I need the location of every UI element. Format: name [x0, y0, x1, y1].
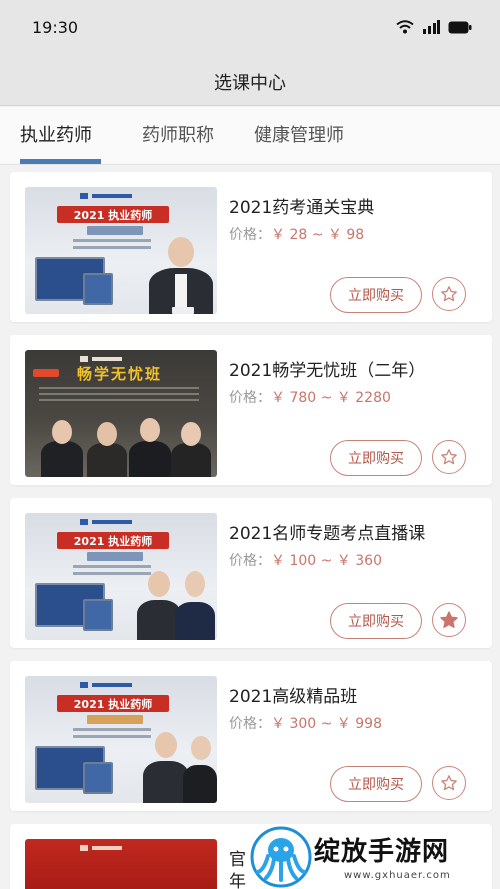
course-title: 2021名师专题考点直播课 — [229, 524, 426, 544]
favorite-button[interactable] — [432, 440, 466, 474]
teacher-head — [191, 736, 211, 760]
teacher-head — [185, 571, 205, 597]
teacher-figure — [41, 441, 83, 477]
price-value: ￥ 28 ~ ￥ 98 — [271, 227, 365, 243]
teacher-figure — [175, 602, 215, 640]
price-value: ￥ 300 ~ ￥ 998 — [271, 716, 382, 732]
tab-active-indicator — [20, 159, 101, 164]
brand-logo-icon — [80, 193, 132, 199]
star-filled-icon — [440, 611, 458, 628]
poster-lines — [73, 239, 151, 253]
buy-now-button[interactable]: 立即购买 — [330, 440, 422, 476]
course-thumbnail: 2021 执业药师 — [25, 676, 217, 803]
course-thumbnail: 2021 执业药师 — [25, 513, 217, 640]
teacher-head — [168, 237, 194, 267]
poster-tablet — [83, 273, 113, 305]
course-price: 价格：￥ 780 ~ ￥ 2280 — [229, 387, 391, 407]
buy-now-button[interactable]: 立即购买 — [330, 766, 422, 802]
star-outline-icon — [441, 449, 457, 465]
poster-lines — [73, 565, 151, 579]
tab-licensed-pharmacist[interactable]: 执业药师 — [20, 121, 92, 147]
poster-tablet — [83, 599, 113, 631]
favorite-button[interactable] — [432, 766, 466, 800]
site-watermark: 绽放手游网 www.gxhuaer.com — [248, 825, 500, 889]
star-outline-icon — [441, 286, 457, 302]
course-thumbnail: 2021 执业药师 — [25, 187, 217, 314]
teacher-head — [52, 420, 72, 444]
course-title: 2021高级精品班 — [229, 687, 358, 707]
status-time: 19:30 — [32, 18, 79, 37]
wifi-icon — [396, 20, 414, 34]
poster-banner: 2021 执业药师 — [57, 532, 169, 549]
favorite-button[interactable] — [432, 277, 466, 311]
course-thumbnail — [25, 839, 217, 889]
poster-tablet — [83, 762, 113, 794]
course-card[interactable]: 2021 执业药师 2021药考通关宝典 价格：￥ 28 ~ ￥ 98 立即购买 — [10, 172, 492, 322]
status-icons — [396, 20, 472, 34]
course-price: 价格：￥ 100 ~ ￥ 360 — [229, 550, 382, 570]
teacher-head — [181, 422, 201, 446]
price-label: 价格： — [229, 390, 271, 406]
battery-icon — [448, 21, 472, 33]
course-card[interactable]: 畅学无忧班 2021畅学无忧班（二年） 价格：￥ 780 ~ ￥ 2280 立即… — [10, 335, 492, 485]
nav-bar: 选课中心 — [0, 56, 500, 106]
course-thumbnail: 畅学无忧班 — [25, 350, 217, 477]
tab-pharmacist-title[interactable]: 药师职称 — [142, 121, 214, 147]
favorite-button[interactable] — [432, 603, 466, 637]
course-card[interactable]: 2021 执业药师 2021名师专题考点直播课 价格：￥ 100 ~ ￥ 360… — [10, 498, 492, 648]
teacher-head — [97, 422, 117, 446]
course-price: 价格：￥ 28 ~ ￥ 98 — [229, 224, 364, 244]
teacher-figure — [171, 443, 211, 477]
teacher-figure — [129, 441, 171, 477]
poster-lines — [73, 728, 151, 742]
price-label: 价格： — [229, 227, 271, 243]
teacher-figure — [87, 443, 127, 477]
page-title: 选课中心 — [214, 73, 286, 94]
teacher-head — [148, 571, 170, 597]
status-bar: 19:30 — [0, 0, 500, 56]
price-value: ￥ 100 ~ ￥ 360 — [271, 553, 382, 569]
price-value: ￥ 780 ~ ￥ 2280 — [271, 390, 391, 406]
teacher-head — [140, 418, 160, 442]
poster-banner: 2021 执业药师 — [57, 206, 169, 223]
signal-icon — [423, 20, 440, 34]
poster-badge — [33, 369, 59, 377]
teacher-head — [155, 732, 177, 758]
brand-logo-icon — [80, 519, 132, 525]
poster-banner: 2021 执业药师 — [57, 695, 169, 712]
buy-now-button[interactable]: 立即购买 — [330, 277, 422, 313]
octopus-logo-icon — [250, 826, 312, 888]
course-price: 价格：￥ 300 ~ ￥ 998 — [229, 713, 382, 733]
poster-subtitle — [87, 715, 143, 724]
category-tabs: 执业药师 药师职称 健康管理师 — [0, 107, 500, 165]
brand-logo-icon — [80, 845, 122, 851]
tab-health-manager[interactable]: 健康管理师 — [254, 121, 344, 147]
poster-subtitle — [87, 552, 143, 561]
price-label: 价格： — [229, 716, 271, 732]
brand-logo-icon — [80, 682, 132, 688]
course-title: 2021畅学无忧班（二年） — [229, 361, 426, 381]
course-title: 2021药考通关宝典 — [229, 198, 375, 218]
watermark-url: www.gxhuaer.com — [344, 870, 451, 881]
price-label: 价格： — [229, 553, 271, 569]
teacher-nametag — [172, 307, 194, 314]
poster-banner: 畅学无忧班 — [77, 365, 163, 383]
star-outline-icon — [441, 775, 457, 791]
buy-now-button[interactable]: 立即购买 — [330, 603, 422, 639]
course-card[interactable]: 2021 执业药师 2021高级精品班 价格：￥ 300 ~ ￥ 998 立即购… — [10, 661, 492, 811]
course-title-line2: 年 — [229, 872, 246, 889]
watermark-text: 绽放手游网 — [314, 837, 450, 867]
teacher-figure — [183, 765, 217, 803]
poster-subtitle — [87, 226, 143, 235]
poster-lines — [39, 387, 199, 405]
